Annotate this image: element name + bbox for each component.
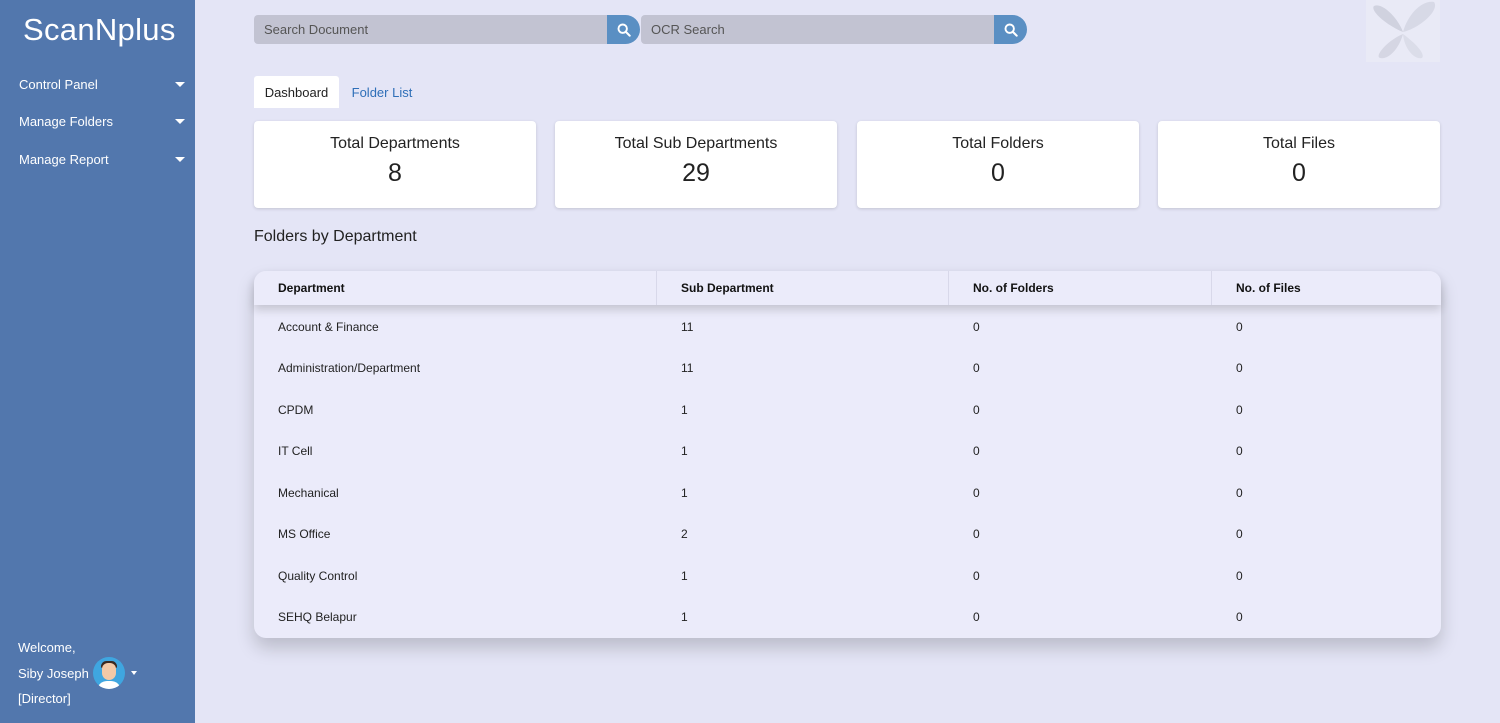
column-header-files[interactable]: No. of Files bbox=[1236, 271, 1301, 305]
cell-folders: 0 bbox=[973, 443, 980, 458]
search-document-input[interactable] bbox=[254, 15, 608, 44]
sidebar-item-manage-folders[interactable]: Manage Folders bbox=[19, 110, 187, 132]
table-row[interactable]: Administration/Department 11 0 0 bbox=[254, 347, 1441, 388]
cell-department: CPDM bbox=[278, 402, 314, 417]
tab-label: Dashboard bbox=[264, 84, 329, 100]
chevron-down-icon bbox=[175, 156, 185, 162]
card-total-departments: Total Departments 8 bbox=[254, 121, 536, 208]
scannplus-logo bbox=[1366, 0, 1440, 62]
cell-sub-department: 11 bbox=[681, 360, 694, 375]
tab-label: Folder List bbox=[351, 84, 413, 100]
cell-files: 0 bbox=[1236, 526, 1243, 541]
user-role: [Director] bbox=[18, 691, 71, 706]
cell-sub-department: 1 bbox=[681, 485, 688, 500]
column-header-sub-department[interactable]: Sub Department bbox=[681, 271, 774, 305]
cell-folders: 0 bbox=[973, 319, 980, 334]
user-name: Siby Joseph bbox=[18, 665, 89, 681]
cell-department: SEHQ Belapur bbox=[278, 609, 357, 624]
column-divider bbox=[948, 271, 949, 305]
section-title: Folders by Department bbox=[254, 228, 417, 245]
cell-sub-department: 1 bbox=[681, 443, 688, 458]
card-label: Total Files bbox=[1262, 135, 1336, 152]
cell-department: Administration/Department bbox=[278, 360, 421, 375]
card-value: 29 bbox=[682, 159, 710, 187]
cell-folders: 0 bbox=[973, 526, 980, 541]
column-divider bbox=[656, 271, 657, 305]
avatar-face bbox=[101, 663, 116, 680]
column-header-department[interactable]: Department bbox=[278, 271, 345, 305]
cell-sub-department: 1 bbox=[681, 402, 688, 417]
card-value: 0 bbox=[1292, 159, 1306, 187]
table-row[interactable]: Mechanical 1 0 0 bbox=[254, 472, 1441, 513]
cell-folders: 0 bbox=[973, 568, 980, 583]
brand-logo-text[interactable]: ScanNplus bbox=[23, 12, 176, 48]
tab-folder-list[interactable]: Folder List bbox=[343, 76, 421, 108]
cell-folders: 0 bbox=[973, 609, 980, 624]
card-label: Total Sub Departments bbox=[614, 135, 778, 152]
sidebar-item-control-panel[interactable]: Control Panel bbox=[19, 73, 187, 95]
table-row[interactable]: Quality Control 1 0 0 bbox=[254, 555, 1441, 596]
cell-files: 0 bbox=[1236, 609, 1243, 624]
cell-department: Account & Finance bbox=[278, 319, 379, 334]
user-menu[interactable]: Siby Joseph bbox=[18, 657, 137, 689]
cell-folders: 0 bbox=[973, 485, 980, 500]
card-total-files: Total Files 0 bbox=[1158, 121, 1440, 208]
sidebar: ScanNplus Control Panel Manage Folders M… bbox=[0, 0, 195, 723]
sidebar-item-label: Manage Folders bbox=[19, 113, 113, 129]
cell-files: 0 bbox=[1236, 360, 1243, 375]
tab-dashboard[interactable]: Dashboard bbox=[254, 76, 339, 108]
cell-sub-department: 2 bbox=[681, 526, 688, 541]
table-row[interactable]: IT Cell 1 0 0 bbox=[254, 430, 1441, 471]
table-header: Department Sub Department No. of Folders… bbox=[254, 271, 1441, 305]
ocr-search-button[interactable] bbox=[994, 15, 1027, 44]
cell-files: 0 bbox=[1236, 485, 1243, 500]
chevron-down-icon bbox=[175, 81, 185, 87]
sidebar-item-manage-report[interactable]: Manage Report bbox=[19, 148, 187, 170]
card-label: Total Departments bbox=[330, 135, 460, 152]
cell-sub-department: 1 bbox=[681, 568, 688, 583]
cell-files: 0 bbox=[1236, 402, 1243, 417]
departments-table: Department Sub Department No. of Folders… bbox=[254, 271, 1441, 638]
ocr-search-input[interactable] bbox=[641, 15, 995, 44]
welcome-text: Welcome, bbox=[18, 640, 76, 655]
search-document-button[interactable] bbox=[607, 15, 640, 44]
card-value: 8 bbox=[388, 159, 402, 187]
card-value: 0 bbox=[991, 159, 1005, 187]
cell-department: MS Office bbox=[278, 526, 331, 541]
cell-files: 0 bbox=[1236, 319, 1243, 334]
card-total-folders: Total Folders 0 bbox=[857, 121, 1139, 208]
card-label: Total Folders bbox=[952, 135, 1044, 152]
sidebar-item-label: Manage Report bbox=[19, 151, 109, 167]
chevron-down-icon[interactable] bbox=[130, 671, 137, 675]
cell-department: Quality Control bbox=[278, 568, 358, 583]
cell-department: Mechanical bbox=[278, 485, 339, 500]
card-total-sub-departments: Total Sub Departments 29 bbox=[555, 121, 837, 208]
sidebar-item-label: Control Panel bbox=[19, 76, 98, 92]
table-row[interactable]: Account & Finance 11 0 0 bbox=[254, 306, 1441, 347]
chevron-down-icon bbox=[175, 118, 185, 124]
table-row[interactable]: MS Office 2 0 0 bbox=[254, 513, 1441, 554]
cell-sub-department: 1 bbox=[681, 609, 688, 624]
avatar-shirt bbox=[96, 681, 121, 689]
search-icon bbox=[617, 23, 631, 37]
user-avatar[interactable] bbox=[92, 657, 125, 689]
cell-files: 0 bbox=[1236, 568, 1243, 583]
cell-department: IT Cell bbox=[278, 443, 313, 458]
cell-folders: 0 bbox=[973, 402, 980, 417]
table-row[interactable]: SEHQ Belapur 1 0 0 bbox=[254, 596, 1441, 637]
search-icon bbox=[1004, 23, 1018, 37]
cell-folders: 0 bbox=[973, 360, 980, 375]
cell-files: 0 bbox=[1236, 443, 1243, 458]
column-header-folders[interactable]: No. of Folders bbox=[973, 271, 1054, 305]
table-row[interactable]: CPDM 1 0 0 bbox=[254, 389, 1441, 430]
cell-sub-department: 11 bbox=[681, 319, 694, 334]
column-divider bbox=[1211, 271, 1212, 305]
